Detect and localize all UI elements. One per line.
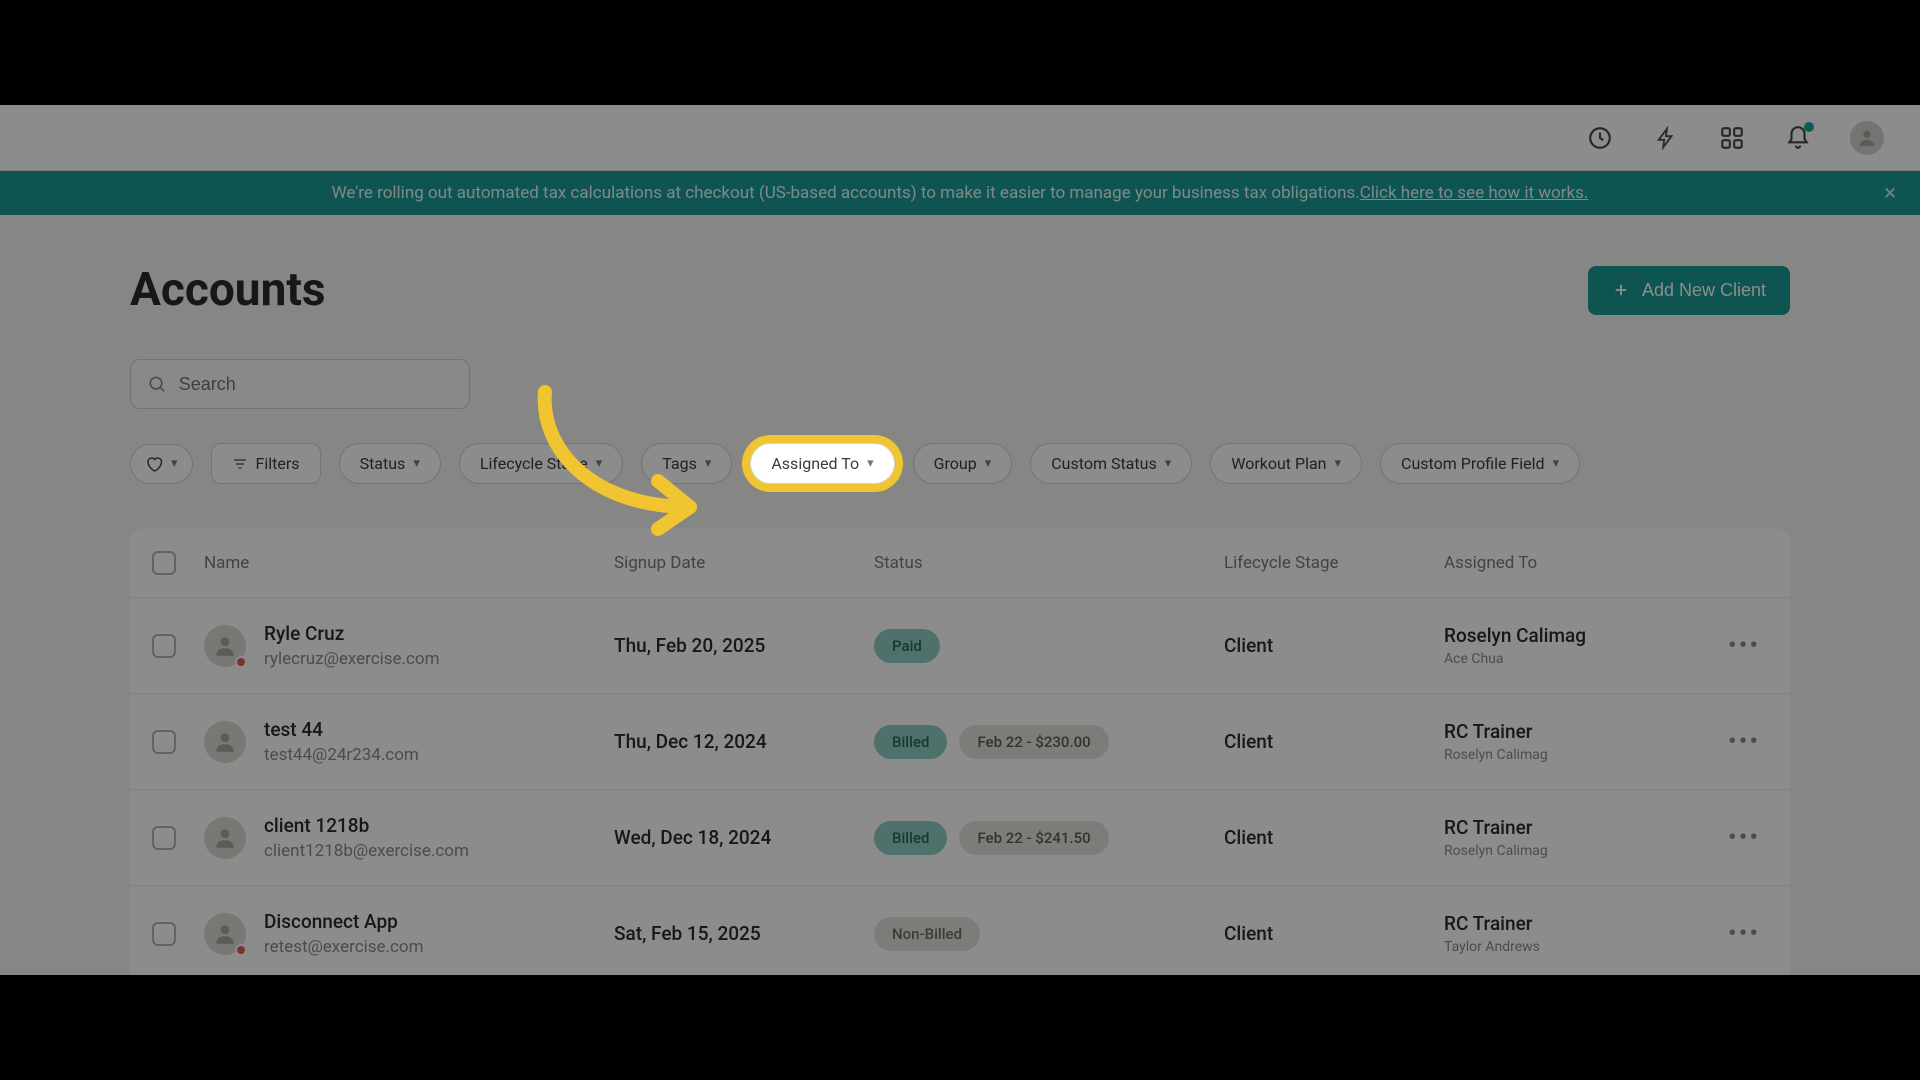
- client-name: test 44: [264, 718, 419, 741]
- user-avatar[interactable]: [1850, 121, 1884, 155]
- banner-text: We're rolling out automated tax calculat…: [332, 183, 1360, 203]
- billing-extra-badge: Feb 22 - $230.00: [959, 725, 1108, 759]
- add-client-label: Add New Client: [1642, 280, 1766, 301]
- client-email: retest@exercise.com: [264, 937, 424, 957]
- chevron-down-icon: ▾: [596, 456, 603, 471]
- status-badge: Billed: [874, 725, 947, 759]
- notifications-icon[interactable]: [1784, 124, 1812, 152]
- row-checkbox[interactable]: [152, 634, 176, 658]
- chevron-down-icon: ▾: [1335, 456, 1342, 471]
- status-badge: Billed: [874, 821, 947, 855]
- clock-icon[interactable]: [1586, 124, 1614, 152]
- heart-icon: [145, 455, 163, 473]
- status-dot-icon: [235, 656, 247, 668]
- assigned-secondary: Taylor Andrews: [1444, 939, 1704, 955]
- client-email: client1218b@exercise.com: [264, 841, 469, 861]
- close-icon[interactable]: ×: [1884, 181, 1896, 206]
- banner-link[interactable]: Click here to see how it works.: [1360, 183, 1589, 203]
- client-avatar: [204, 913, 246, 955]
- chevron-down-icon: ▾: [413, 456, 420, 471]
- col-stage: Lifecycle Stage: [1224, 553, 1444, 573]
- assigned-primary: RC Trainer: [1444, 912, 1704, 935]
- notification-dot: [1804, 122, 1814, 132]
- assigned-primary: RC Trainer: [1444, 816, 1704, 839]
- signup-date: Sat, Feb 15, 2025: [614, 922, 874, 945]
- row-checkbox[interactable]: [152, 922, 176, 946]
- lightning-icon[interactable]: [1652, 124, 1680, 152]
- row-actions-icon[interactable]: •••: [1728, 631, 1760, 661]
- filter-row: ▾ Filters Status▾ Lifecycle Stage▾ Tags▾…: [130, 443, 1790, 484]
- table-row[interactable]: client 1218b client1218b@exercise.com We…: [130, 790, 1790, 886]
- filters-button[interactable]: Filters: [211, 443, 321, 484]
- chevron-down-icon: ▾: [171, 456, 178, 471]
- filter-icon: [232, 456, 248, 472]
- client-name: Disconnect App: [264, 910, 424, 933]
- billing-extra-badge: Feb 22 - $241.50: [959, 821, 1108, 855]
- table-header: Name Signup Date Status Lifecycle Stage …: [130, 528, 1790, 598]
- assigned-secondary: Roselyn Calimag: [1444, 747, 1704, 763]
- signup-date: Wed, Dec 18, 2024: [614, 826, 874, 849]
- filter-custom-status[interactable]: Custom Status▾: [1030, 443, 1192, 484]
- clients-table: Name Signup Date Status Lifecycle Stage …: [130, 528, 1790, 982]
- client-name: client 1218b: [264, 814, 469, 837]
- add-client-button[interactable]: Add New Client: [1588, 266, 1790, 315]
- filter-lifecycle-stage[interactable]: Lifecycle Stage▾: [459, 443, 623, 484]
- filter-status[interactable]: Status▾: [339, 443, 441, 484]
- favorites-filter[interactable]: ▾: [130, 444, 193, 484]
- filters-label: Filters: [256, 454, 300, 473]
- status-badge: Non-Billed: [874, 917, 980, 951]
- col-signup: Signup Date: [614, 553, 874, 573]
- table-row[interactable]: test 44 test44@24r234.com Thu, Dec 12, 2…: [130, 694, 1790, 790]
- row-checkbox[interactable]: [152, 826, 176, 850]
- row-actions-icon[interactable]: •••: [1728, 823, 1760, 853]
- col-assigned: Assigned To: [1444, 553, 1704, 573]
- filter-custom-profile-field[interactable]: Custom Profile Field▾: [1380, 443, 1580, 484]
- lifecycle-stage: Client: [1224, 826, 1444, 849]
- status-badge: Paid: [874, 629, 940, 663]
- topbar: [0, 105, 1920, 171]
- search-input[interactable]: [179, 374, 453, 395]
- chevron-down-icon: ▾: [1165, 456, 1172, 471]
- row-actions-icon[interactable]: •••: [1728, 727, 1760, 757]
- table-row[interactable]: Disconnect App retest@exercise.com Sat, …: [130, 886, 1790, 982]
- search-icon: [147, 373, 167, 395]
- lifecycle-stage: Client: [1224, 730, 1444, 753]
- signup-date: Thu, Dec 12, 2024: [614, 730, 874, 753]
- apps-icon[interactable]: [1718, 124, 1746, 152]
- row-checkbox[interactable]: [152, 730, 176, 754]
- status-dot-icon: [235, 944, 247, 956]
- client-avatar: [204, 721, 246, 763]
- client-email: rylecruz@exercise.com: [264, 649, 440, 669]
- lifecycle-stage: Client: [1224, 922, 1444, 945]
- client-avatar: [204, 817, 246, 859]
- chevron-down-icon: ▾: [1553, 456, 1560, 471]
- chevron-down-icon: ▾: [705, 456, 712, 471]
- assigned-secondary: Ace Chua: [1444, 651, 1704, 667]
- filter-group[interactable]: Group▾: [913, 443, 1013, 484]
- col-status: Status: [874, 553, 1224, 573]
- assigned-primary: RC Trainer: [1444, 720, 1704, 743]
- filter-workout-plan[interactable]: Workout Plan▾: [1210, 443, 1362, 484]
- filter-tags[interactable]: Tags▾: [641, 443, 732, 484]
- table-row[interactable]: Ryle Cruz rylecruz@exercise.com Thu, Feb…: [130, 598, 1790, 694]
- chevron-down-icon: ▾: [985, 456, 992, 471]
- page-title: Accounts: [130, 263, 326, 317]
- announcement-banner: We're rolling out automated tax calculat…: [0, 171, 1920, 215]
- select-all-checkbox[interactable]: [152, 551, 176, 575]
- col-name: Name: [204, 553, 614, 573]
- row-actions-icon[interactable]: •••: [1728, 919, 1760, 949]
- client-name: Ryle Cruz: [264, 622, 440, 645]
- assigned-primary: Roselyn Calimag: [1444, 624, 1704, 647]
- filter-assigned-to[interactable]: Assigned To▾: [750, 443, 894, 484]
- client-avatar: [204, 625, 246, 667]
- lifecycle-stage: Client: [1224, 634, 1444, 657]
- search-input-wrap[interactable]: [130, 359, 470, 409]
- assigned-secondary: Roselyn Calimag: [1444, 843, 1704, 859]
- chevron-down-icon: ▾: [867, 456, 874, 471]
- client-email: test44@24r234.com: [264, 745, 419, 765]
- signup-date: Thu, Feb 20, 2025: [614, 634, 874, 657]
